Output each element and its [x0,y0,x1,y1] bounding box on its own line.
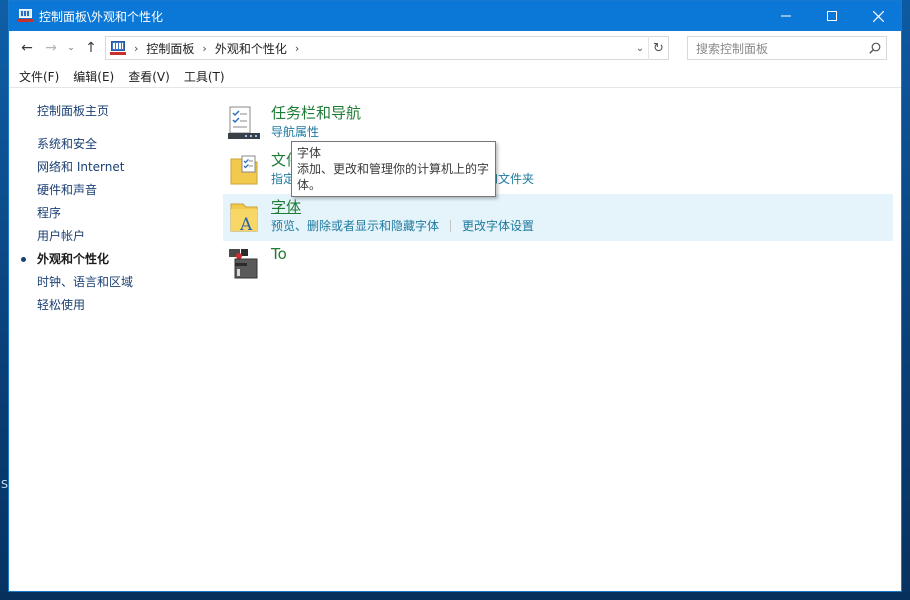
recent-locations-button[interactable]: ⌄ [63,36,79,60]
close-icon [872,10,884,22]
refresh-button[interactable]: ↻ [648,36,668,60]
category-title[interactable]: To [271,241,893,265]
sidebar-item-network[interactable]: 网络和 Internet [37,156,217,179]
address-dropdown-icon[interactable]: ⌄ [632,43,648,54]
link-separator [450,220,452,232]
desktop-edge-bottom [0,592,910,600]
taskbar-icon[interactable] [227,106,261,140]
control-panel-window: 控制面板\外观和个性化 ← → ⌄ ↑ › 控制面板 › 外观和个性化 › ⌄ … [8,0,902,592]
category-fonts[interactable]: A 字体 预览、删除或者显示和隐藏字体 更改字体设置 [223,194,893,241]
desktop-edge-right [902,0,910,600]
sidebar-item-label: 外观和个性化 [37,252,110,266]
desktop-text: S [1,478,8,491]
breadcrumb-separator-icon[interactable]: › [295,42,299,55]
menu-view[interactable]: 查看(V) [128,68,170,85]
link-change-font-settings[interactable]: 更改字体设置 [462,218,534,234]
back-arrow-icon: ← [21,40,33,56]
control-panel-icon [17,9,33,23]
refresh-icon: ↻ [653,40,664,56]
breadcrumb-appearance[interactable]: 外观和个性化 [215,40,287,57]
sidebar-item-ease-of-access[interactable]: 轻松使用 [37,294,217,317]
title-bar[interactable]: 控制面板\外观和个性化 [9,1,901,31]
tooltip: 字体 添加、更改和管理你的计算机上的字 体。 [291,141,496,197]
sidebar-item-clock-region[interactable]: 时钟、语言和区域 [37,271,217,294]
minimize-icon [781,15,791,17]
back-button[interactable]: ← [15,36,39,60]
category-title[interactable]: 任务栏和导航 [271,100,893,124]
tooltip-line: 体。 [297,178,322,192]
link-preview-delete-fonts[interactable]: 预览、删除或者显示和隐藏字体 [271,218,439,234]
category-title[interactable]: 字体 [271,194,893,218]
sidebar: 控制面板主页 系统和安全 网络和 Internet 硬件和声音 程序 用户帐户 … [21,100,217,317]
fonts-icon[interactable]: A [227,200,261,234]
search-input[interactable]: 搜索控制面板 [687,36,887,60]
desktop-edge-left [0,0,8,600]
menu-edit[interactable]: 编辑(E) [73,68,114,85]
sidebar-item-programs[interactable]: 程序 [37,202,217,225]
chevron-down-icon: ⌄ [67,43,75,53]
folder-options-icon[interactable] [227,153,261,187]
sidebar-item-home[interactable]: 控制面板主页 [37,100,217,123]
category-taskbar: 任务栏和导航 导航属性 [223,100,893,147]
breadcrumb-control-panel[interactable]: 控制面板 [146,40,194,57]
up-button[interactable]: ↑ [79,36,103,60]
tooltip-title: 字体 [297,146,322,160]
tool-icon[interactable] [227,247,261,281]
close-button[interactable] [855,1,901,31]
minimize-button[interactable] [763,1,809,31]
breadcrumb-separator-icon[interactable]: › [202,42,206,55]
search-placeholder: 搜索控制面板 [696,41,769,56]
address-bar[interactable]: › 控制面板 › 外观和个性化 › ⌄ ↻ [105,36,669,60]
svg-text:A: A [239,215,253,234]
link-taskbar-properties[interactable]: 导航属性 [271,124,319,140]
maximize-icon [827,11,837,21]
maximize-button[interactable] [809,1,855,31]
sidebar-item-system-security[interactable]: 系统和安全 [37,133,217,156]
window-title: 控制面板\外观和个性化 [39,9,164,24]
menu-bar: 文件(F) 编辑(E) 查看(V) 工具(T) [9,65,901,87]
active-bullet-icon [21,257,26,262]
sidebar-item-user-accounts[interactable]: 用户帐户 [37,225,217,248]
control-panel-icon [110,41,126,55]
menu-file[interactable]: 文件(F) [19,68,59,85]
breadcrumb-separator-icon[interactable]: › [134,42,138,55]
up-arrow-icon: ↑ [85,40,97,56]
forward-button[interactable]: → [39,36,63,60]
sidebar-item-appearance[interactable]: 外观和个性化 [21,248,217,271]
search-icon[interactable] [864,42,886,54]
navigation-bar: ← → ⌄ ↑ › 控制面板 › 外观和个性化 › ⌄ ↻ 搜索控制面板 [9,31,901,65]
tooltip-line: 添加、更改和管理你的计算机上的字 [297,162,490,176]
menu-tools[interactable]: 工具(T) [184,68,225,85]
forward-arrow-icon: → [45,40,57,56]
sidebar-item-hardware-sound[interactable]: 硬件和声音 [37,179,217,202]
category-partial: To [223,241,893,288]
